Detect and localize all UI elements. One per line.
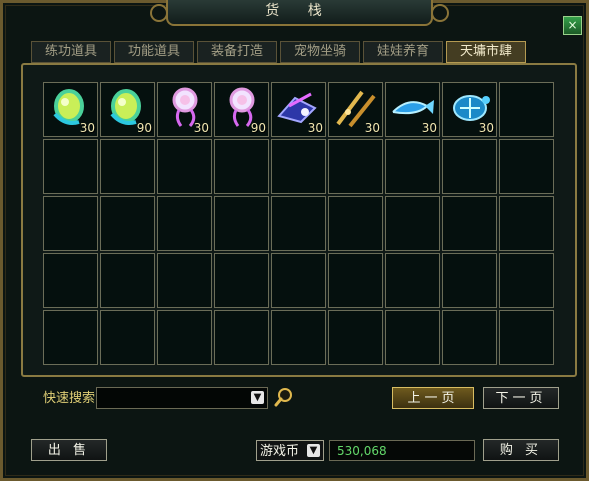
currency-select[interactable]: 游戏币 ▼ bbox=[256, 440, 324, 461]
tab-doll-raising[interactable]: 娃娃养育 bbox=[363, 41, 443, 63]
item-quantity: 90 bbox=[136, 121, 152, 135]
search-label: 快速搜索 bbox=[43, 391, 96, 406]
grid-cell[interactable] bbox=[328, 196, 383, 251]
item-quantity: 90 bbox=[250, 121, 266, 135]
window-title-bar: 货 栈 bbox=[150, 0, 449, 26]
grid-cell[interactable] bbox=[271, 310, 326, 365]
grid-cell[interactable] bbox=[385, 139, 440, 194]
item-quantity: 30 bbox=[79, 121, 95, 135]
next-page-button[interactable]: 下一页 bbox=[483, 387, 559, 409]
buy-button[interactable]: 购 买 bbox=[483, 439, 559, 461]
tab-tianyong-market[interactable]: 天墉市肆 bbox=[446, 41, 526, 63]
grid-cell[interactable] bbox=[442, 139, 497, 194]
grid-cell[interactable] bbox=[442, 196, 497, 251]
grid-cell[interactable] bbox=[328, 253, 383, 308]
grid-cell[interactable] bbox=[271, 253, 326, 308]
tab-equipment-crafting[interactable]: 装备打造 bbox=[197, 41, 277, 63]
grid-cell[interactable] bbox=[214, 139, 269, 194]
close-button[interactable]: × bbox=[563, 16, 582, 35]
currency-label: 游戏币 bbox=[260, 444, 300, 459]
dropdown-arrow-icon[interactable]: ▼ bbox=[251, 391, 264, 404]
grid-cell[interactable] bbox=[43, 196, 98, 251]
grid-cell[interactable]: 30 bbox=[157, 82, 212, 137]
grid-cell[interactable] bbox=[271, 196, 326, 251]
grid-cell[interactable] bbox=[43, 310, 98, 365]
grid-cell[interactable] bbox=[442, 253, 497, 308]
grid-cell[interactable] bbox=[328, 310, 383, 365]
prev-page-button[interactable]: 上一页 bbox=[392, 387, 474, 409]
grid-cell[interactable] bbox=[271, 139, 326, 194]
grid-cell[interactable] bbox=[499, 139, 554, 194]
grid-cell[interactable]: 30 bbox=[442, 82, 497, 137]
grid-cell[interactable] bbox=[100, 253, 155, 308]
shop-window: 货 栈 × 练功道具 功能道具 装备打造 宠物坐骑 娃娃养育 天墉市肆 30 90… bbox=[0, 0, 589, 481]
search-input[interactable]: ▼ bbox=[96, 387, 268, 409]
grid-cell[interactable]: 90 bbox=[100, 82, 155, 137]
grid-cell[interactable] bbox=[214, 196, 269, 251]
grid-cell[interactable] bbox=[157, 196, 212, 251]
grid-cell[interactable]: 30 bbox=[43, 82, 98, 137]
grid-cell[interactable] bbox=[100, 310, 155, 365]
grid-cell[interactable] bbox=[499, 253, 554, 308]
tab-training-items[interactable]: 练功道具 bbox=[31, 41, 111, 63]
item-panel: 30 90 30 90 30 30 30 30 bbox=[21, 63, 577, 377]
item-quantity: 30 bbox=[193, 121, 209, 135]
item-quantity: 30 bbox=[307, 121, 323, 135]
grid-cell[interactable]: 30 bbox=[385, 82, 440, 137]
item-grid: 30 90 30 90 30 30 30 30 bbox=[43, 82, 557, 368]
ornament-icon bbox=[431, 4, 449, 22]
grid-cell[interactable] bbox=[385, 310, 440, 365]
grid-cell[interactable]: 30 bbox=[328, 82, 383, 137]
window-title: 货 栈 bbox=[265, 3, 334, 19]
grid-cell[interactable]: 90 bbox=[214, 82, 269, 137]
grid-cell[interactable] bbox=[385, 253, 440, 308]
item-quantity: 30 bbox=[478, 121, 494, 135]
grid-cell[interactable] bbox=[442, 310, 497, 365]
ornament-icon bbox=[150, 4, 168, 22]
grid-cell[interactable] bbox=[100, 139, 155, 194]
grid-cell[interactable]: 30 bbox=[271, 82, 326, 137]
grid-cell[interactable] bbox=[157, 253, 212, 308]
tab-pet-mounts[interactable]: 宠物坐骑 bbox=[280, 41, 360, 63]
grid-cell[interactable] bbox=[499, 196, 554, 251]
grid-cell[interactable] bbox=[157, 139, 212, 194]
item-quantity: 30 bbox=[364, 121, 380, 135]
sell-button[interactable]: 出 售 bbox=[31, 439, 107, 461]
grid-cell[interactable] bbox=[157, 310, 212, 365]
grid-cell[interactable] bbox=[214, 310, 269, 365]
grid-cell[interactable] bbox=[100, 196, 155, 251]
dropdown-arrow-icon[interactable]: ▼ bbox=[307, 444, 320, 457]
tab-function-items[interactable]: 功能道具 bbox=[114, 41, 194, 63]
grid-cell[interactable] bbox=[214, 253, 269, 308]
magnifier-icon[interactable] bbox=[274, 387, 294, 407]
currency-amount: 530,068 bbox=[329, 440, 475, 461]
grid-cell[interactable] bbox=[385, 196, 440, 251]
grid-cell[interactable] bbox=[43, 253, 98, 308]
item-quantity: 30 bbox=[421, 121, 437, 135]
grid-cell[interactable] bbox=[328, 139, 383, 194]
grid-cell[interactable] bbox=[499, 310, 554, 365]
grid-cell[interactable] bbox=[43, 139, 98, 194]
grid-cell[interactable] bbox=[499, 82, 554, 137]
